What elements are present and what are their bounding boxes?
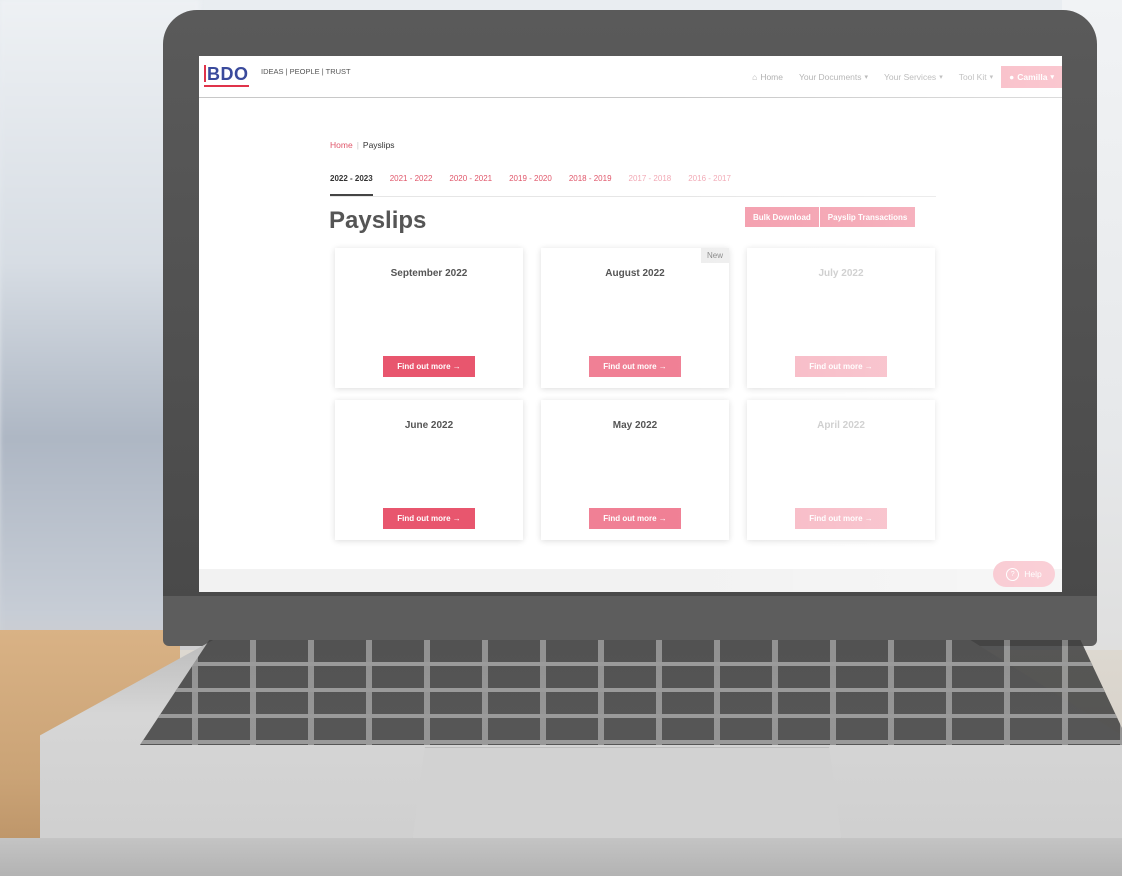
question-icon: ? bbox=[1006, 567, 1020, 581]
payslip-transactions-button[interactable]: Payslip Transactions bbox=[819, 207, 916, 227]
breadcrumb: Home | Payslips bbox=[330, 140, 395, 150]
user-menu-button[interactable]: ● Camilla ▾ bbox=[1001, 65, 1062, 88]
laptop-screen: BDO IDEAS | PEOPLE | TRUST ⌂ Home Your D… bbox=[199, 56, 1062, 592]
logo-text: BDO bbox=[207, 64, 249, 84]
breadcrumb-current: Payslips bbox=[362, 140, 395, 150]
nav-menu: ⌂ Home Your Documents ▾ Your Services ▾ … bbox=[752, 56, 1062, 97]
find-out-more-button[interactable]: Find out more → bbox=[383, 356, 475, 377]
tab-year-2016-2017[interactable]: 2016 - 2017 bbox=[688, 172, 731, 196]
brand-tagline: IDEAS | PEOPLE | TRUST bbox=[261, 67, 351, 76]
laptop-lid-bezel bbox=[163, 596, 1097, 646]
find-out-more-button[interactable]: Find out more → bbox=[589, 508, 681, 529]
new-badge: New bbox=[700, 248, 729, 263]
nav-item-home[interactable]: ⌂ Home bbox=[752, 72, 783, 82]
caret-down-icon: ▾ bbox=[1050, 73, 1054, 81]
breadcrumb-home-link[interactable]: Home bbox=[330, 140, 353, 150]
payslip-card-may-2022: May 2022 Find out more → bbox=[541, 400, 729, 540]
laptop-front-edge bbox=[0, 838, 1122, 876]
card-month: June 2022 bbox=[404, 420, 454, 431]
top-navbar: BDO IDEAS | PEOPLE | TRUST ⌂ Home Your D… bbox=[199, 56, 1062, 98]
payslip-card-august-2022: New August 2022 Find out more → bbox=[541, 248, 729, 388]
tab-year-2022-2023[interactable]: 2022 - 2023 bbox=[330, 172, 373, 196]
tab-year-2018-2019[interactable]: 2018 - 2019 bbox=[569, 172, 612, 196]
nav-item-your-documents[interactable]: Your Documents ▾ bbox=[799, 72, 868, 82]
nav-item-your-services-label: Your Services bbox=[884, 71, 937, 82]
laptop-keyboard-rows bbox=[140, 640, 1122, 745]
tab-year-2021-2022[interactable]: 2021 - 2022 bbox=[390, 172, 433, 196]
help-label: Help bbox=[1024, 569, 1042, 579]
nav-item-tool-kit[interactable]: Tool Kit ▾ bbox=[959, 72, 993, 82]
user-name: Camilla bbox=[1017, 71, 1048, 82]
card-month: September 2022 bbox=[390, 268, 468, 279]
tab-year-2020-2021[interactable]: 2020 - 2021 bbox=[449, 172, 492, 196]
nav-item-tool-kit-label: Tool Kit bbox=[958, 71, 987, 82]
card-month: May 2022 bbox=[612, 420, 658, 431]
user-icon: ● bbox=[1009, 71, 1015, 82]
action-buttons: Bulk Download Payslip Transactions bbox=[745, 207, 916, 227]
find-out-more-button[interactable]: Find out more → bbox=[795, 508, 887, 529]
page-footer bbox=[199, 569, 1062, 592]
nav-item-home-label: Home bbox=[760, 71, 783, 82]
find-out-more-button[interactable]: Find out more → bbox=[589, 356, 681, 377]
nav-item-your-documents-label: Your Documents bbox=[799, 71, 862, 82]
tab-year-2017-2018[interactable]: 2017 - 2018 bbox=[629, 172, 672, 196]
nav-item-your-services[interactable]: Your Services ▾ bbox=[884, 72, 943, 82]
laptop-trackpad bbox=[412, 747, 842, 844]
payslip-card-july-2022: July 2022 Find out more → bbox=[747, 248, 935, 388]
caret-down-icon: ▾ bbox=[989, 73, 994, 81]
bdo-logo[interactable]: BDO bbox=[204, 65, 249, 87]
caret-down-icon: ▾ bbox=[864, 73, 869, 81]
caret-down-icon: ▾ bbox=[939, 73, 943, 81]
logo-bar bbox=[204, 65, 206, 82]
bulk-download-button[interactable]: Bulk Download bbox=[745, 207, 819, 227]
help-button[interactable]: ? Help bbox=[993, 561, 1055, 587]
year-tabs: 2022 - 2023 2021 - 2022 2020 - 2021 2019… bbox=[330, 172, 936, 197]
payslip-card-april-2022: April 2022 Find out more → bbox=[747, 400, 935, 540]
home-icon: ⌂ bbox=[752, 71, 758, 82]
find-out-more-button[interactable]: Find out more → bbox=[795, 356, 887, 377]
payslip-card-june-2022: June 2022 Find out more → bbox=[335, 400, 523, 540]
payslip-card-september-2022: September 2022 Find out more → bbox=[335, 248, 523, 388]
find-out-more-button[interactable]: Find out more → bbox=[383, 508, 475, 529]
page-title: Payslips bbox=[329, 207, 427, 234]
breadcrumb-separator: | bbox=[356, 140, 359, 150]
tab-year-2019-2020[interactable]: 2019 - 2020 bbox=[509, 172, 552, 196]
card-month: April 2022 bbox=[817, 420, 865, 431]
card-month: August 2022 bbox=[605, 268, 665, 279]
card-month: July 2022 bbox=[818, 268, 864, 279]
